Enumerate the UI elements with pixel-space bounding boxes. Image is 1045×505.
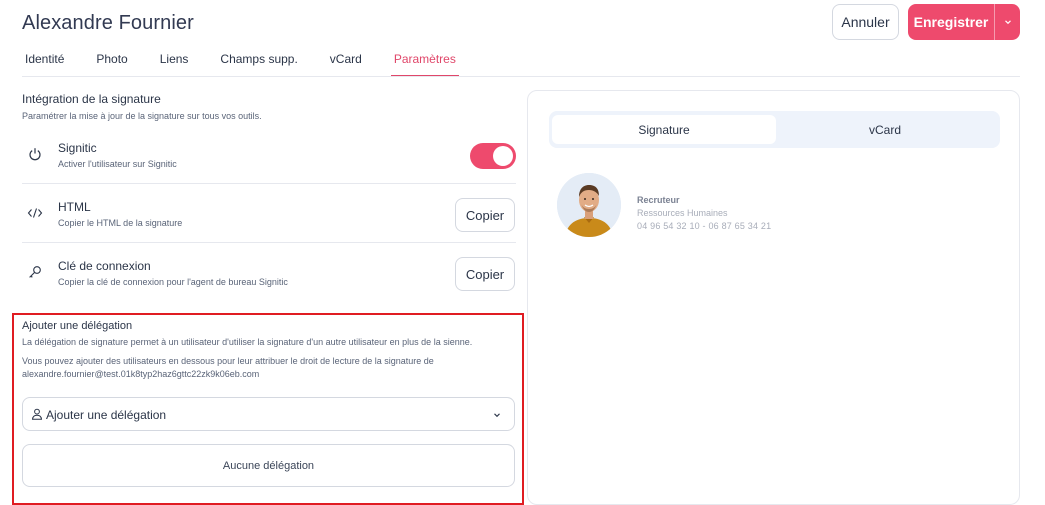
code-icon [26,204,44,222]
power-icon [26,145,44,163]
setting-description: Activer l'utilisateur sur Signitic [58,159,177,169]
tab-parametres[interactable]: Paramètres [390,52,459,77]
setting-title: Signitic [58,141,97,155]
copy-key-button[interactable]: Copier [455,257,515,291]
tab-identite[interactable]: Identité [22,52,67,77]
signature-role: Recruteur [637,195,680,205]
tab-champs-supp[interactable]: Champs supp. [217,52,300,77]
delegation-title: Ajouter une délégation [22,320,133,332]
tab-photo[interactable]: Photo [93,52,130,77]
delegation-description: La délégation de signature permet à un u… [22,337,473,347]
save-button[interactable]: Enregistrer [908,4,994,40]
tab-liens[interactable]: Liens [157,52,192,77]
signitic-toggle[interactable] [470,143,516,169]
delegation-select-placeholder: Ajouter une délégation [46,408,167,422]
save-dropdown-button[interactable] [994,4,1020,40]
signature-preview-card [527,90,1020,505]
setting-title: HTML [58,200,91,214]
preview-tab-signature[interactable]: Signature [552,115,776,144]
chevron-down-icon [494,413,500,418]
signature-phones: 04 96 54 32 10 - 06 87 65 34 21 [637,221,772,231]
setting-description: Copier le HTML de la signature [58,218,183,228]
delegation-select[interactable]: Ajouter une délégation [22,397,515,431]
user-icon [31,408,43,420]
toggle-knob [493,146,513,166]
save-button-group: Enregistrer [908,4,1020,40]
setting-title: Clé de connexion [58,259,151,273]
copy-html-button[interactable]: Copier [455,198,515,232]
setting-row-key: Clé de connexion Copier la clé de connex… [22,243,516,301]
integration-title: Intégration de la signature [22,92,161,106]
preview-tab-switcher: Signature vCard [549,111,1000,148]
tabs-divider [22,76,1020,77]
page-title: Alexandre Fournier [22,12,194,34]
key-icon [26,263,44,281]
delegation-instructions: Vous pouvez ajouter des utilisateurs en … [22,356,434,379]
setting-description: Copier la clé de connexion pour l'agent … [58,277,288,287]
cancel-button[interactable]: Annuler [832,4,899,40]
tab-vcard[interactable]: vCard [327,52,365,77]
preview-tab-vcard[interactable]: vCard [773,115,997,144]
tab-bar: Identité Photo Liens Champs supp. vCard … [22,52,459,77]
signature-department: Ressources Humaines [637,208,728,218]
integration-subtitle: Paramétrer la mise à jour de la signatur… [22,111,262,121]
setting-row-html: HTML Copier le HTML de la signature Copi… [22,184,516,242]
chevron-down-icon [1004,20,1011,25]
setting-row-signitic: Signitic Activer l'utilisateur sur Signi… [22,125,516,183]
avatar [557,173,621,237]
empty-delegation-state: Aucune délégation [22,444,515,487]
